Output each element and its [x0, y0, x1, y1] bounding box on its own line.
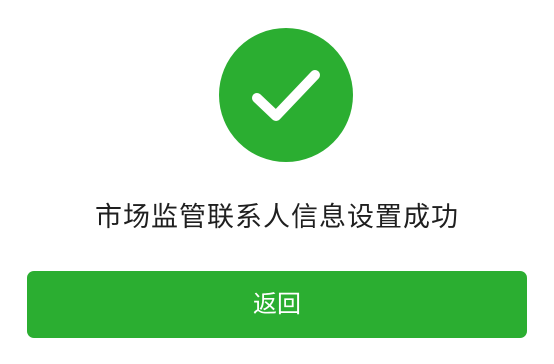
back-button[interactable]: 返回 [27, 271, 527, 338]
success-message: 市场监管联系人信息设置成功 [95, 202, 459, 233]
success-page: 市场监管联系人信息设置成功 返回 [0, 0, 554, 364]
checkmark-icon [252, 70, 320, 121]
success-status-circle [219, 28, 353, 162]
